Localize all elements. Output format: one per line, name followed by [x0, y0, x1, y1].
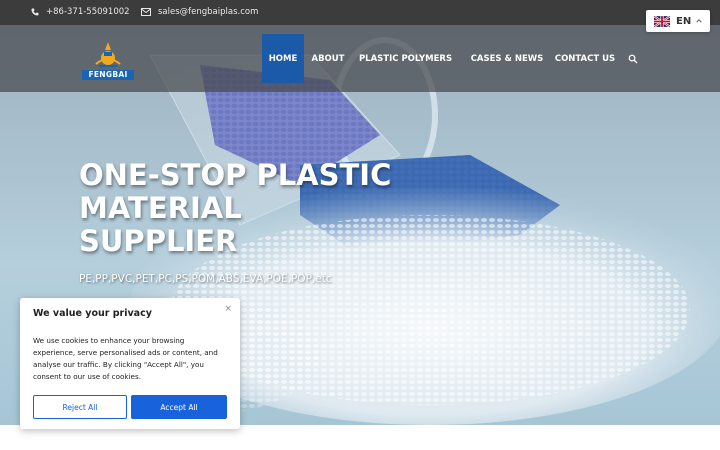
- email-contact[interactable]: sales@fengbaiplas.com: [141, 7, 258, 17]
- email-address: sales@fengbaiplas.com: [158, 7, 259, 17]
- chevron-up-icon: [696, 19, 702, 23]
- language-code: EN: [676, 15, 692, 27]
- envelope-icon: [141, 8, 151, 16]
- search-button[interactable]: [627, 34, 639, 83]
- accept-all-button[interactable]: Accept All: [131, 395, 227, 419]
- language-selector[interactable]: EN: [646, 10, 710, 32]
- main-navbar: FENGBAI HOME ABOUT PLASTIC POLYMERS CASE…: [0, 25, 720, 92]
- hero-title-line: MATERIAL: [79, 191, 242, 225]
- brand-name: FENGBAI: [82, 70, 134, 80]
- nav-about[interactable]: ABOUT: [311, 34, 345, 83]
- cookie-description: We use cookies to enhance your browsing …: [33, 336, 218, 381]
- hero-subtitle: PE,PP,PVC,PET,PC,PS,POM,ABS,EVA,POE,POP,…: [79, 273, 332, 285]
- nav-cases-news[interactable]: CASES & NEWS: [471, 34, 544, 83]
- hero-title: ONE-STOP PLASTIC MATERIAL SUPPLIER: [79, 159, 399, 258]
- search-icon: [628, 54, 638, 64]
- reject-all-button[interactable]: Reject All: [33, 395, 127, 419]
- close-icon[interactable]: ×: [224, 304, 232, 314]
- hero-title-line: SUPPLIER: [79, 224, 238, 258]
- phone-icon: [31, 8, 39, 16]
- uk-flag-icon: [654, 15, 670, 27]
- top-contact-bar: +86-371-55091002 sales@fengbaiplas.com: [0, 0, 720, 25]
- nav-plastic-polymers-label: PLASTIC POLYMERS: [358, 53, 453, 64]
- nav-contact-us[interactable]: CONTACT US: [555, 34, 615, 83]
- phone-number: +86-371-55091002: [46, 7, 130, 17]
- cookie-buttons: Reject All Accept All: [33, 395, 227, 419]
- hero-title-line: ONE-STOP PLASTIC: [79, 158, 392, 192]
- phone-contact[interactable]: +86-371-55091002: [31, 7, 130, 17]
- nav-plastic-polymers[interactable]: PLASTIC POLYMERS: [359, 34, 457, 83]
- nav-home[interactable]: HOME: [262, 34, 304, 83]
- cookie-title: We value your privacy: [33, 308, 152, 319]
- cookie-consent-banner: × We value your privacy We use cookies t…: [20, 298, 240, 429]
